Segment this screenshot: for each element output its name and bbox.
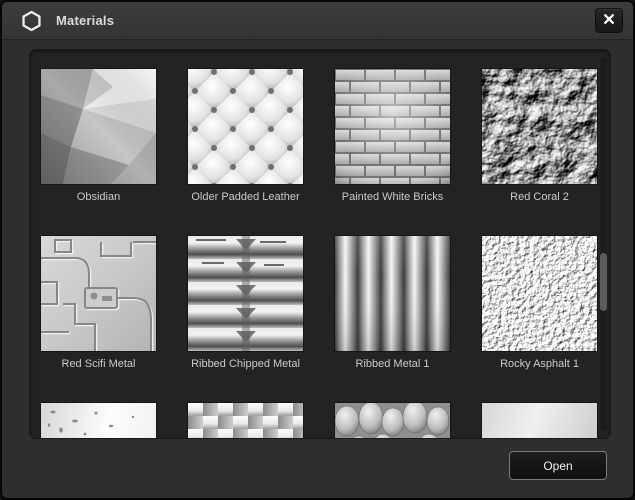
material-name: Ribbed Metal 1 [355,358,430,370]
material-name: Red Coral 2 [510,191,569,203]
scrollbar-track[interactable] [600,57,607,431]
material-tile[interactable]: Older Padded Leather [188,69,303,236]
material-thumbnail [188,403,303,438]
open-button[interactable]: Open [509,451,607,480]
material-thumbnail [188,236,303,351]
material-name: Obsidian [76,191,121,203]
material-tile[interactable] [41,403,156,438]
material-thumbnail [482,403,597,438]
material-thumbnail [482,69,597,184]
material-name: Red Scifi Metal [61,358,136,370]
materials-dialog: Materials Obsidian Older Padded Leather … [0,0,635,500]
material-tile[interactable]: Obsidian [41,69,156,236]
material-name: Older Padded Leather [191,191,300,203]
material-thumbnail [335,403,450,438]
material-thumbnail [188,69,303,184]
material-thumbnail [335,69,450,184]
materials-grid-panel: Obsidian Older Padded Leather Painted Wh… [29,49,611,439]
titlebar: Materials [2,2,633,40]
window-title: Materials [56,13,115,28]
materials-grid: Obsidian Older Padded Leather Painted Wh… [41,69,597,438]
material-tile[interactable]: Red Coral 2 [482,69,597,236]
material-name: Rocky Asphalt 1 [500,358,579,370]
hexagon-logo-icon [20,9,43,33]
material-tile[interactable] [482,403,597,438]
scrollbar-thumb[interactable] [600,253,607,311]
x-icon [603,12,615,30]
material-tile[interactable] [188,403,303,438]
close-button[interactable] [595,8,623,33]
material-tile[interactable]: Ribbed Chipped Metal [188,236,303,403]
material-tile[interactable]: Ribbed Metal 1 [335,236,450,403]
material-tile[interactable]: Red Scifi Metal [41,236,156,403]
material-thumbnail [335,236,450,351]
material-name: Painted White Bricks [341,191,444,203]
material-thumbnail [482,236,597,351]
material-thumbnail [41,236,156,351]
material-tile[interactable]: Painted White Bricks [335,69,450,236]
material-thumbnail [41,403,156,438]
material-tile[interactable] [335,403,450,438]
material-tile[interactable]: Rocky Asphalt 1 [482,236,597,403]
material-name: Ribbed Chipped Metal [191,358,300,370]
material-thumbnail [41,69,156,184]
